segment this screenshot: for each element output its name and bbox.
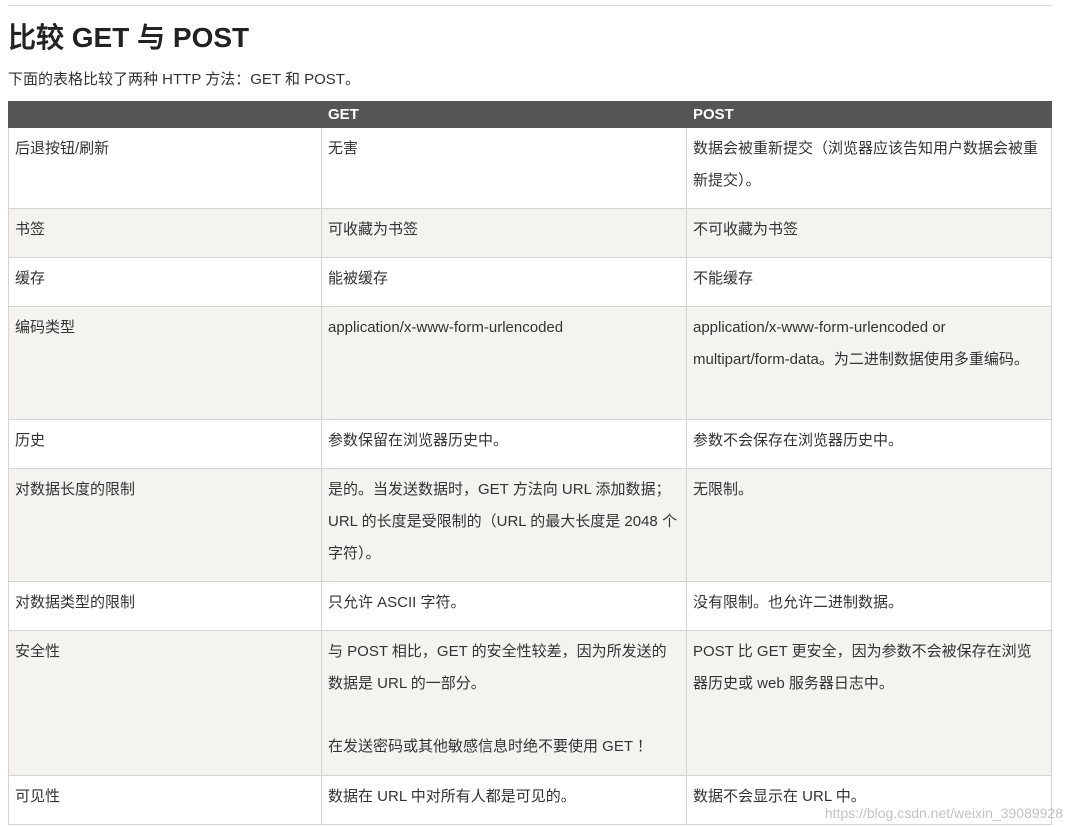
get-cell: 参数保留在浏览器历史中。 [321,419,687,469]
get-cell: application/x-www-form-urlencoded [321,306,687,420]
row-label: 对数据长度的限制 [8,468,322,582]
get-cell: 与 POST 相比，GET 的安全性较差，因为所发送的数据是 URL 的一部分。… [321,630,687,776]
get-cell: 能被缓存 [321,257,687,307]
row-label: 书签 [8,208,322,258]
page-title: 比较 GET 与 POST [8,22,250,53]
header-post: POST [686,101,1052,128]
post-cell: 数据会被重新提交（浏览器应该告知用户数据会被重新提交）。 [686,127,1052,209]
row-label: 缓存 [8,257,322,307]
watermark: https://blog.csdn.net/weixin_39089928 [824,805,1063,821]
header-empty [8,101,322,128]
get-cell: 只允许 ASCII 字符。 [321,581,687,631]
post-cell: 参数不会保存在浏览器历史中。 [686,419,1052,469]
get-cell: 无害 [321,127,687,209]
table-header-row: GET POST [8,101,1052,128]
table-row: 编码类型 application/x-www-form-urlencoded a… [8,306,1052,420]
table-row: 对数据类型的限制 只允许 ASCII 字符。 没有限制。也允许二进制数据。 [8,581,1052,631]
get-cell: 是的。当发送数据时，GET 方法向 URL 添加数据；URL 的长度是受限制的（… [321,468,687,582]
post-cell: 无限制。 [686,468,1052,582]
get-cell: 可收藏为书签 [321,208,687,258]
intro-text: 下面的表格比较了两种 HTTP 方法：GET 和 POST。 [8,71,360,88]
header-get: GET [321,101,687,128]
get-cell: 数据在 URL 中对所有人都是可见的。 [321,775,687,825]
post-cell: 不可收藏为书签 [686,208,1052,258]
post-cell: 没有限制。也允许二进制数据。 [686,581,1052,631]
row-label: 可见性 [8,775,322,825]
row-label: 后退按钮/刷新 [8,127,322,209]
table-row: 历史 参数保留在浏览器历史中。 参数不会保存在浏览器历史中。 [8,419,1052,469]
table-row: 对数据长度的限制 是的。当发送数据时，GET 方法向 URL 添加数据；URL … [8,468,1052,582]
table-row: 后退按钮/刷新 无害 数据会被重新提交（浏览器应该告知用户数据会被重新提交）。 [8,127,1052,209]
post-cell: POST 比 GET 更安全，因为参数不会被保存在浏览器历史或 web 服务器日… [686,630,1052,776]
row-label: 编码类型 [8,306,322,420]
table-row: 缓存 能被缓存 不能缓存 [8,257,1052,307]
comparison-table: GET POST 后退按钮/刷新 无害 数据会被重新提交（浏览器应该告知用户数据… [8,101,1052,825]
row-label: 对数据类型的限制 [8,581,322,631]
post-cell: 不能缓存 [686,257,1052,307]
table-row: 书签 可收藏为书签 不可收藏为书签 [8,208,1052,258]
get-security-note: 在发送密码或其他敏感信息时绝不要使用 GET ！ [328,738,652,755]
top-divider [8,5,1052,6]
row-label: 安全性 [8,630,322,776]
table-row: 安全性 与 POST 相比，GET 的安全性较差，因为所发送的数据是 URL 的… [8,630,1052,776]
row-label: 历史 [8,419,322,469]
post-cell: application/x-www-form-urlencoded or mul… [686,306,1052,420]
